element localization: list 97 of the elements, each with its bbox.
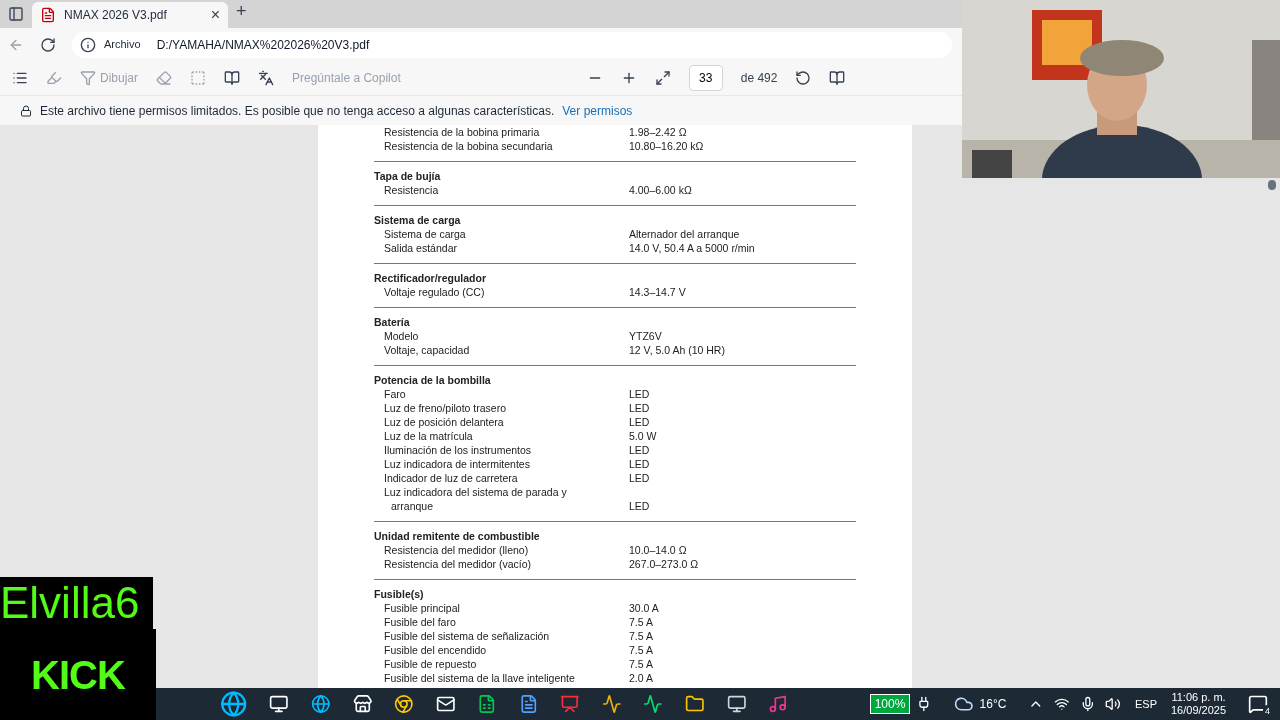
- streamer-name: Elvilla6: [0, 577, 153, 629]
- spec-value: 7.5 A: [629, 643, 653, 657]
- spec-value: 1.98–2.42 Ω: [629, 125, 687, 139]
- section-heading: Unidad remitente de combustible: [374, 529, 541, 543]
- lock-icon: [20, 104, 32, 117]
- spec-label: Luz de freno/piloto trasero: [384, 401, 507, 415]
- spreadsheet-icon[interactable]: [477, 694, 497, 714]
- globe-icon[interactable]: [220, 690, 248, 718]
- task-view-icon[interactable]: [269, 694, 289, 714]
- spec-label: Luz indicadora de intermitentes: [384, 457, 531, 471]
- kick-logo: KICK: [0, 629, 156, 720]
- spec-value: LED: [629, 415, 650, 429]
- spec-value: 7.5 A: [629, 657, 653, 671]
- fit-page-icon[interactable]: [654, 70, 671, 86]
- spec-value: 12 V, 5.0 Ah (10 HR): [629, 343, 725, 357]
- info-icon: [80, 36, 96, 53]
- spec-label: Modelo: [384, 329, 420, 343]
- banner-text: Este archivo tiene permisos limitados. Es posible que no tenga acceso a algunas características.: [40, 102, 555, 120]
- spec-value: 7.5 A: [629, 615, 653, 629]
- section-heading: Tapa de bujía: [374, 169, 442, 183]
- pdf-icon: [40, 7, 56, 23]
- spec-label: Luz indicadora del sistema de parada y arranque: [384, 485, 568, 513]
- spec-label: Resistencia: [384, 183, 440, 197]
- address-bar[interactable]: Archivo D:/YAMAHA/NMAX%202026%20V3.pdf: [72, 31, 952, 58]
- mail-icon[interactable]: [435, 694, 456, 714]
- spec-label: Salida estándar: [384, 241, 458, 255]
- spec-label: Fusible del encendido: [384, 643, 488, 657]
- scrollbar[interactable]: [1268, 180, 1276, 190]
- translate-icon[interactable]: [258, 70, 274, 86]
- clock-date: 16/09/2025: [1171, 704, 1227, 717]
- spec-value: 4.00–6.00 kΩ: [629, 183, 692, 197]
- spec-label: Resistencia del medidor (vacío): [384, 557, 533, 571]
- wifi-icon[interactable]: [1054, 696, 1070, 712]
- spec-label: Luz de posición delantera: [384, 415, 505, 429]
- section-heading: Potencia de la bombilla: [374, 373, 492, 387]
- tab-title: NMAX 2026 V3.pdf: [64, 7, 168, 24]
- clock-time: 11:06 p. m.: [1171, 691, 1226, 704]
- volume-icon[interactable]: [1105, 696, 1121, 712]
- spec-label: Resistencia de la bobina secundaria: [384, 139, 554, 153]
- spec-value: 7.5 A: [629, 629, 653, 643]
- spec-label: Resistencia de la bobina primaria: [384, 125, 541, 139]
- section-heading: Sistema de carga: [374, 213, 462, 227]
- page-number-field[interactable]: 33: [688, 65, 723, 91]
- music-app-icon[interactable]: [768, 694, 788, 714]
- spec-value: Alternador del arranque: [629, 227, 740, 241]
- spec-value: 14.0 V, 50.4 A a 5000 r/min: [629, 241, 755, 255]
- spec-value: LED: [629, 443, 650, 457]
- section-heading: Rectificador/regulador: [374, 271, 488, 285]
- spec-value: 30.0 A: [629, 601, 659, 615]
- spec-label: Fusible principal: [384, 601, 461, 615]
- page-total: de 492: [740, 70, 778, 87]
- spec-label: Resistencia del medidor (lleno): [384, 543, 530, 557]
- chrome-icon[interactable]: [394, 694, 414, 714]
- notifications-icon[interactable]: [1248, 694, 1269, 714]
- spec-value: 267.0–273.0 Ω: [629, 557, 699, 571]
- language-indicator[interactable]: ESP: [1134, 695, 1157, 713]
- close-tab-button[interactable]: ×: [210, 3, 220, 27]
- spec-label: Voltaje, capacidad: [384, 343, 471, 357]
- spec-label: Voltaje regulado (CC): [384, 285, 486, 299]
- slides-icon[interactable]: [560, 694, 580, 714]
- contents-icon[interactable]: [12, 70, 28, 86]
- spec-label: Fusible de repuesto: [384, 657, 478, 671]
- document-icon[interactable]: [518, 694, 539, 714]
- weather-icon[interactable]: [954, 694, 974, 714]
- section-heading: Batería: [374, 315, 411, 329]
- spec-value: 10.0–14.0 Ω: [629, 543, 687, 557]
- spec-value: LED: [629, 471, 650, 485]
- permissions-link[interactable]: Ver permisos: [562, 101, 633, 120]
- spec-value: 10.80–16.20 kΩ: [629, 139, 704, 153]
- spec-value: LED: [629, 499, 650, 513]
- spec-label: Iluminación de los instrumentos: [384, 443, 533, 457]
- spec-label: Indicador de luz de carretera: [384, 471, 519, 485]
- new-tab-button[interactable]: +: [236, 0, 247, 25]
- spec-label: Fusible del sistema de señalización: [384, 629, 551, 643]
- spec-value: LED: [629, 401, 650, 415]
- spec-label: Sistema de carga: [384, 227, 467, 241]
- browser-tab[interactable]: NMAX 2026 V3.pdf ×: [32, 2, 228, 28]
- spec-value: YTZ6V: [629, 329, 662, 343]
- address-url: D:/YAMAHA/NMAX%202026%20V3.pdf: [156, 36, 370, 54]
- clock[interactable]: 11:06 p. m. 16/09/2025: [1171, 691, 1227, 717]
- spec-value: LED: [629, 457, 650, 471]
- store-icon[interactable]: [352, 694, 373, 714]
- spec-label: Faro: [384, 387, 407, 401]
- address-label: Archivo: [104, 37, 141, 53]
- section-heading: Fusible(s): [374, 587, 425, 601]
- spec-value: 14.3–14.7 V: [629, 285, 686, 299]
- folder-icon[interactable]: [685, 694, 705, 714]
- tab-actions-icon[interactable]: [8, 6, 24, 22]
- temperature[interactable]: 16°C: [979, 695, 1007, 713]
- spec-value: LED: [629, 387, 650, 401]
- spec-label: Luz de la matrícula: [384, 429, 474, 443]
- spec-value: 5.0 W: [629, 429, 657, 443]
- spec-label: Fusible del sistema de la llave inteligente: [384, 671, 576, 685]
- rotate-icon[interactable]: [795, 70, 812, 86]
- spec-label: Fusible del faro: [384, 615, 457, 629]
- reload-icon[interactable]: [40, 36, 56, 53]
- spec-value: 2.0 A: [629, 671, 653, 685]
